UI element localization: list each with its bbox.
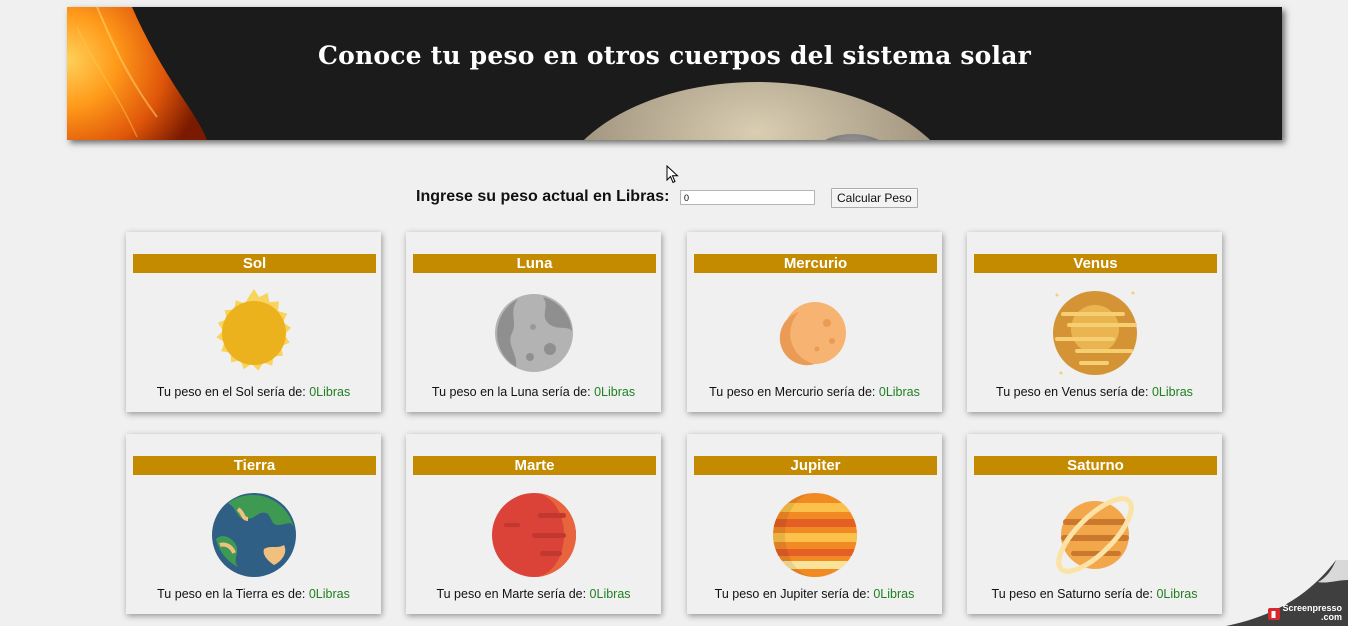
calculate-weight-button[interactable]: Calcular Peso bbox=[831, 188, 918, 208]
mercury-icon bbox=[779, 302, 846, 366]
planet-card-tierra: Tierra Tu peso en la Tierra es de: 0Libr… bbox=[126, 434, 381, 614]
planet-title: Jupiter bbox=[694, 456, 937, 475]
weight-result-text: Tu peso en Mercurio sería de: 0Libras bbox=[709, 385, 920, 399]
jupiter-icon bbox=[773, 493, 857, 577]
screenpresso-watermark-text: Screenpresso .com bbox=[1282, 603, 1342, 622]
weight-input[interactable] bbox=[680, 190, 815, 205]
weight-form: Ingrese su peso actual en Libras: Calcul… bbox=[0, 186, 1348, 210]
planet-title: Mercurio bbox=[694, 254, 937, 273]
planet-card-luna: Luna Tu peso en la Luna sería de: 0Libra… bbox=[406, 232, 661, 412]
saturn-icon bbox=[1056, 496, 1134, 574]
planet-title: Luna bbox=[413, 254, 656, 273]
weight-result-value: 0Libras bbox=[878, 385, 920, 399]
mouse-cursor-icon bbox=[666, 165, 679, 184]
planet-title: Tierra bbox=[133, 456, 376, 475]
sun-icon bbox=[216, 289, 292, 371]
planet-title: Sol bbox=[133, 254, 376, 273]
weight-result-value: 0Libras bbox=[1151, 385, 1193, 399]
planet-card-jupiter: Jupiter Tu peso en Jupiter sería de: 0Li… bbox=[687, 434, 942, 614]
planet-card-venus: Venus Tu peso en Venus sería de: 0Libras bbox=[967, 232, 1222, 412]
weight-result-text: Tu peso en Venus sería de: 0Libras bbox=[996, 385, 1193, 399]
planet-card-sol: Sol Tu peso en el Sol sería de: 0Libras bbox=[126, 232, 381, 412]
weight-result-text: Tu peso en el Sol sería de: 0Libras bbox=[156, 385, 351, 399]
venus-icon bbox=[1053, 291, 1137, 375]
planet-title: Venus bbox=[974, 254, 1217, 273]
weight-result-text: Tu peso en Jupiter sería de: 0Libras bbox=[714, 587, 915, 601]
weight-label: Ingrese su peso actual en Libras: bbox=[416, 188, 670, 205]
planet-card-mercurio: Mercurio Tu peso en Mercurio sería de: 0… bbox=[687, 232, 942, 412]
mars-icon bbox=[492, 493, 576, 577]
weight-result-value: 0Libras bbox=[1156, 587, 1198, 601]
weight-result-text: Tu peso en Saturno sería de: 0Libras bbox=[991, 587, 1198, 601]
planet-card-saturno: Saturno Tu peso en Saturno sería de: 0Li… bbox=[967, 434, 1222, 614]
header-banner: Conoce tu peso en otros cuerpos del sist… bbox=[67, 7, 1282, 140]
page-title: Conoce tu peso en otros cuerpos del sist… bbox=[317, 41, 1032, 70]
weight-result-value: 0Libras bbox=[594, 385, 636, 399]
weight-result-value: 0Libras bbox=[308, 587, 350, 601]
planet-title: Marte bbox=[413, 456, 656, 475]
planet-card-marte: Marte Tu peso en Marte sería de: 0Libras bbox=[406, 434, 661, 614]
weight-result-text: Tu peso en la Tierra es de: 0Libras bbox=[157, 587, 350, 601]
earth-icon bbox=[212, 493, 296, 577]
planet-title: Saturno bbox=[974, 456, 1217, 475]
weight-result-value: 0Libras bbox=[589, 587, 631, 601]
space-illustration bbox=[67, 7, 931, 140]
weight-result-text: Tu peso en la Luna sería de: 0Libras bbox=[431, 385, 636, 399]
weight-result-value: 0Libras bbox=[309, 385, 351, 399]
weight-result-text: Tu peso en Marte sería de: 0Libras bbox=[436, 587, 631, 601]
weight-result-value: 0Libras bbox=[873, 587, 915, 601]
moon-icon bbox=[495, 294, 573, 372]
